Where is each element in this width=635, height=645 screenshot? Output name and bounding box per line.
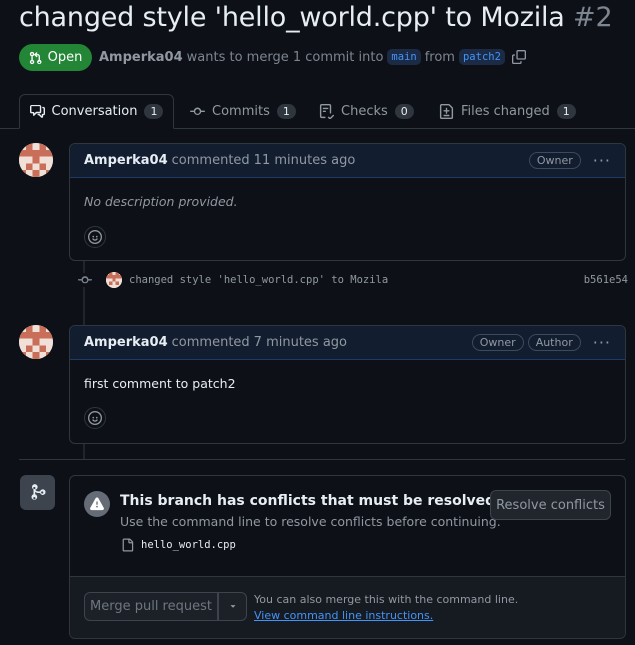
tab-files-label: Files changed — [461, 104, 550, 119]
comment-author[interactable]: Amperka04 — [84, 335, 168, 350]
comment-body: No description provided. — [84, 194, 238, 209]
tab-commits-count: 1 — [276, 104, 296, 119]
smiley-icon[interactable] — [84, 407, 106, 429]
commit-message[interactable]: changed style 'hello_world.cpp' to Mozil… — [129, 274, 388, 286]
merge-options-dropdown[interactable] — [218, 592, 247, 621]
comment-box: Amperka04 commented 11 minutes ago Owner… — [69, 143, 626, 261]
pr-summary-text: wants to merge 1 commit into — [186, 49, 384, 65]
kebab-icon[interactable]: ··· — [593, 151, 611, 170]
pr-title: changed style 'hello_world.cpp' to Mozil… — [19, 2, 613, 33]
copy-icon[interactable] — [511, 50, 526, 64]
tab-conversation-label: Conversation — [51, 104, 138, 119]
pr-meta: Amperka04 wants to merge 1 commit into m… — [99, 49, 526, 65]
commit-sha[interactable]: b561e54 — [584, 274, 628, 286]
merge-box: This branch has conflicts that must be r… — [69, 475, 626, 639]
timeline-divider — [19, 459, 625, 460]
head-branch[interactable]: patch2 — [458, 49, 505, 65]
pr-title-text: changed style 'hello_world.cpp' to Mozil… — [19, 2, 565, 33]
alert-icon — [84, 491, 110, 517]
avatar[interactable] — [19, 143, 53, 177]
tab-files-count: 1 — [556, 104, 576, 119]
merge-footer: Merge pull request You can also merge th… — [70, 576, 625, 638]
comment-body: first comment to patch2 — [84, 376, 236, 391]
conflict-file: hello_world.cpp — [121, 538, 236, 552]
comment-time[interactable]: 7 minutes ago — [254, 335, 347, 350]
commit-row: changed style 'hello_world.cpp' to Mozil… — [78, 272, 628, 288]
commit-icon — [78, 273, 92, 287]
pr-state-badge: Open — [19, 44, 92, 71]
comment-action: commented — [171, 335, 250, 350]
git-merge-icon — [20, 475, 55, 510]
merge-pull-request-button[interactable]: Merge pull request — [84, 592, 218, 621]
comment-author[interactable]: Amperka04 — [84, 153, 168, 168]
author-badge: Author — [527, 334, 581, 351]
tab-conversation-count: 1 — [144, 104, 164, 119]
smiley-icon[interactable] — [84, 226, 106, 248]
tab-checks-count: 0 — [394, 104, 414, 119]
tab-commits-label: Commits — [212, 104, 270, 119]
avatar[interactable] — [19, 325, 53, 359]
comment-header: Amperka04 commented 7 minutes ago Owner … — [70, 326, 625, 360]
pr-number: #2 — [573, 2, 613, 33]
conflict-subtitle: Use the command line to resolve conflict… — [120, 514, 501, 529]
tab-checks[interactable]: Checks 0 — [319, 94, 414, 129]
owner-badge: Owner — [471, 334, 524, 351]
comment-box: Amperka04 commented 7 minutes ago Owner … — [69, 325, 626, 444]
kebab-icon[interactable]: ··· — [593, 333, 611, 352]
owner-badge: Owner — [528, 152, 581, 169]
conflict-file-name: hello_world.cpp — [141, 539, 236, 551]
conflict-title: This branch has conflicts that must be r… — [120, 493, 496, 509]
comment-header: Amperka04 commented 11 minutes ago Owner… — [70, 144, 625, 178]
file-diff-icon — [439, 104, 454, 119]
pr-author-link[interactable]: Amperka04 — [99, 50, 183, 65]
base-branch[interactable]: main — [387, 49, 421, 65]
resolve-conflicts-button[interactable]: Resolve conflicts — [490, 490, 611, 520]
cli-instructions-link[interactable]: View command line instructions. — [254, 609, 433, 622]
from-word: from — [424, 49, 455, 65]
tab-conversation[interactable]: Conversation 1 — [19, 94, 174, 129]
commit-icon — [190, 107, 205, 116]
tab-checks-label: Checks — [341, 104, 388, 119]
tab-files-changed[interactable]: Files changed 1 — [439, 94, 576, 129]
tab-commits[interactable]: Commits 1 — [190, 94, 296, 129]
pr-state-label: Open — [47, 50, 83, 65]
checklist-icon — [319, 104, 334, 119]
cli-text: You can also merge this with the command… — [254, 593, 519, 606]
comment-action: commented — [171, 153, 250, 168]
git-pull-request-icon — [29, 51, 42, 64]
triangle-down-icon — [230, 604, 235, 608]
avatar[interactable] — [106, 272, 122, 288]
comment-time[interactable]: 11 minutes ago — [254, 153, 356, 168]
file-icon — [122, 538, 134, 552]
comment-icon — [29, 104, 45, 118]
